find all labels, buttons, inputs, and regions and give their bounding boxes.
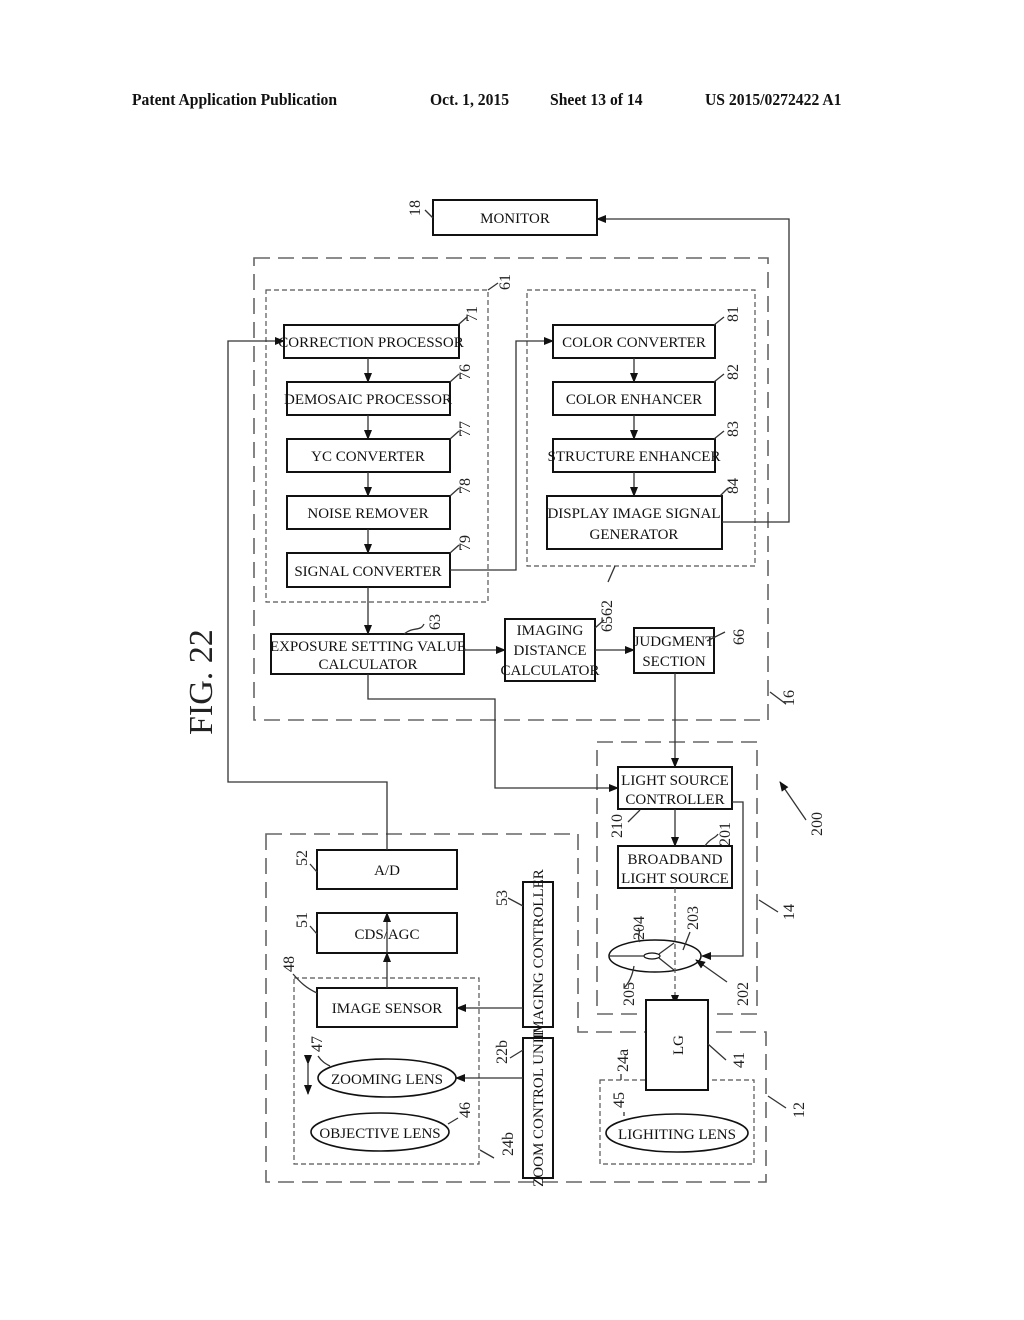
- ref-84: 84: [725, 478, 742, 494]
- svg-text:STRUCTURE ENHANCER: STRUCTURE ENHANCER: [548, 449, 721, 465]
- svg-text:LG: LG: [671, 1035, 687, 1055]
- rotary-filter: [608, 939, 702, 973]
- correction-processor-block: CORRECTION PROCESSOR: [278, 324, 464, 359]
- color-converter-block: COLOR CONVERTER: [552, 324, 716, 359]
- svg-text:CONTROLLER: CONTROLLER: [625, 792, 724, 808]
- ref-204: 204: [631, 916, 648, 940]
- ref-205: 205: [621, 982, 638, 1006]
- ref-51: 51: [294, 912, 311, 928]
- broadband-light-source-block: BROADBAND LIGHT SOURCE: [617, 845, 733, 889]
- monitor-block: MONITOR: [432, 199, 598, 236]
- light-source-controller-block: LIGHT SOURCE CONTROLLER: [617, 766, 733, 810]
- ref-14: 14: [781, 904, 798, 920]
- svg-text:NOISE REMOVER: NOISE REMOVER: [307, 506, 428, 522]
- svg-text:CORRECTION PROCESSOR: CORRECTION PROCESSOR: [278, 335, 463, 351]
- ref-47: 47: [309, 1036, 326, 1052]
- ref-82: 82: [725, 364, 742, 380]
- figure-label: FIG. 22: [183, 629, 220, 735]
- svg-text:MONITOR: MONITOR: [480, 211, 550, 227]
- ref-210: 210: [609, 814, 626, 838]
- image-sensor-block: IMAGE SENSOR: [316, 987, 458, 1028]
- imaging-controller-block: IMAGING CONTROLLER: [522, 869, 554, 1039]
- ref-76: 76: [457, 364, 474, 380]
- ref-200: 200: [809, 812, 826, 836]
- ref-22b: 22b: [494, 1040, 511, 1064]
- svg-text:YC CONVERTER: YC CONVERTER: [311, 449, 425, 465]
- noise-remover-block: NOISE REMOVER: [286, 495, 451, 530]
- svg-text:SIGNAL CONVERTER: SIGNAL CONVERTER: [294, 564, 441, 580]
- ref-45: 45: [611, 1092, 628, 1108]
- svg-text:LIGHT SOURCE: LIGHT SOURCE: [621, 773, 729, 789]
- ref-16: 16: [781, 690, 798, 706]
- yc-converter-block: YC CONVERTER: [286, 438, 451, 473]
- objective-lens: OBJECTIVE LENS: [310, 1112, 450, 1152]
- ref-83: 83: [725, 421, 742, 437]
- color-enhancer-block: COLOR ENHANCER: [552, 381, 716, 416]
- structure-enhancer-block: STRUCTURE ENHANCER: [548, 438, 721, 473]
- ref-62: 62: [599, 600, 616, 616]
- ref-78: 78: [457, 478, 474, 494]
- svg-text:A/D: A/D: [374, 863, 400, 879]
- svg-text:BROADBAND: BROADBAND: [627, 852, 722, 868]
- ref-24b: 24b: [500, 1132, 517, 1156]
- display-image-signal-generator-block: DISPLAY IMAGE SIGNAL GENERATOR: [546, 495, 723, 550]
- zoom-control-unit-block: ZOOM CONTROL UNIT: [522, 1029, 554, 1187]
- signal-converter-block: SIGNAL CONVERTER: [286, 552, 451, 588]
- ref-63: 63: [427, 614, 444, 630]
- svg-text:DISPLAY IMAGE SIGNAL: DISPLAY IMAGE SIGNAL: [547, 506, 720, 522]
- svg-text:LIGHITING LENS: LIGHITING LENS: [618, 1127, 736, 1143]
- demosaic-processor-block: DEMOSAIC PROCESSOR: [284, 381, 452, 416]
- ref-202: 202: [735, 982, 752, 1006]
- exposure-setting-value-calculator-block: EXPOSURE SETTING VALUE CALCULATOR: [270, 633, 466, 675]
- svg-text:COLOR CONVERTER: COLOR CONVERTER: [562, 335, 706, 351]
- ref-71: 71: [464, 306, 481, 322]
- zooming-lens: ZOOMING LENS: [317, 1058, 457, 1098]
- svg-text:CALCULATOR: CALCULATOR: [501, 663, 600, 679]
- svg-text:ZOOMING LENS: ZOOMING LENS: [331, 1072, 443, 1088]
- svg-text:GENERATOR: GENERATOR: [590, 527, 679, 543]
- svg-text:IMAGING CONTROLLER: IMAGING CONTROLLER: [531, 869, 547, 1039]
- ref-77: 77: [457, 421, 474, 437]
- ref-203: 203: [685, 906, 702, 930]
- svg-text:COLOR ENHANCER: COLOR ENHANCER: [566, 392, 702, 408]
- svg-text:DEMOSAIC PROCESSOR: DEMOSAIC PROCESSOR: [284, 392, 452, 408]
- svg-text:JUDGMENT: JUDGMENT: [634, 634, 715, 650]
- svg-text:LIGHT SOURCE: LIGHT SOURCE: [621, 871, 729, 887]
- svg-text:OBJECTIVE LENS: OBJECTIVE LENS: [319, 1126, 440, 1142]
- svg-text:SECTION: SECTION: [642, 654, 706, 670]
- ref-41: 41: [731, 1052, 748, 1068]
- ref-46: 46: [457, 1102, 474, 1118]
- ref-61: 61: [497, 274, 514, 290]
- ref-66: 66: [731, 629, 748, 645]
- svg-text:CALCULATOR: CALCULATOR: [319, 657, 418, 673]
- light-guide-block: LG: [645, 999, 709, 1091]
- block-diagram: FIG. 22 16 61 62 14 12 24b 24a 200 202 M…: [183, 199, 826, 1187]
- ref-24a: 24a: [615, 1049, 632, 1072]
- ref-81: 81: [725, 306, 742, 322]
- ref-12: 12: [791, 1102, 808, 1118]
- svg-text:ZOOM CONTROL UNIT: ZOOM CONTROL UNIT: [531, 1029, 547, 1187]
- svg-text:IMAGE SENSOR: IMAGE SENSOR: [332, 1001, 442, 1017]
- ad-block: A/D: [316, 849, 458, 890]
- ref-48: 48: [281, 956, 298, 972]
- svg-text:EXPOSURE SETTING VALUE: EXPOSURE SETTING VALUE: [270, 639, 466, 655]
- ref-201: 201: [717, 822, 734, 846]
- ref-79: 79: [457, 535, 474, 551]
- judgment-section-block: JUDGMENT SECTION: [633, 627, 715, 674]
- svg-text:DISTANCE: DISTANCE: [514, 643, 587, 659]
- ref-18: 18: [407, 200, 424, 216]
- ref-52: 52: [294, 850, 311, 866]
- ref-65: 65: [599, 616, 616, 632]
- lighting-lens: LIGHITING LENS: [605, 1113, 749, 1153]
- svg-text:IMAGING: IMAGING: [517, 623, 584, 639]
- imaging-distance-calculator-block: IMAGING DISTANCE CALCULATOR: [501, 618, 600, 682]
